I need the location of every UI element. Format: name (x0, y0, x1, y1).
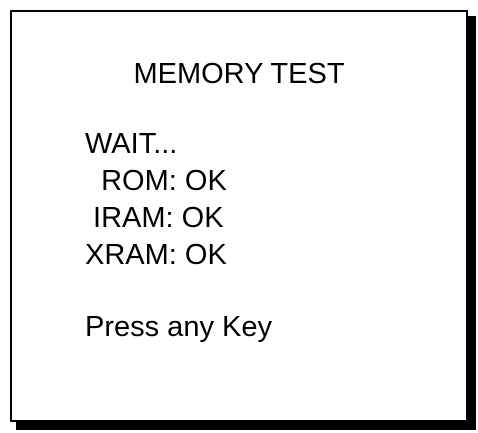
xram-result: XRAM: OK (85, 239, 227, 271)
status-line: WAIT... (85, 128, 178, 160)
rom-result: ROM: OK (85, 165, 227, 197)
press-any-key-prompt: Press any Key (85, 311, 272, 343)
screen-title: MEMORY TEST (133, 58, 345, 90)
iram-result: IRAM: OK (85, 202, 224, 234)
memory-test-screen[interactable]: MEMORY TEST WAIT... ROM: OK IRAM: OK XRA… (10, 10, 468, 422)
